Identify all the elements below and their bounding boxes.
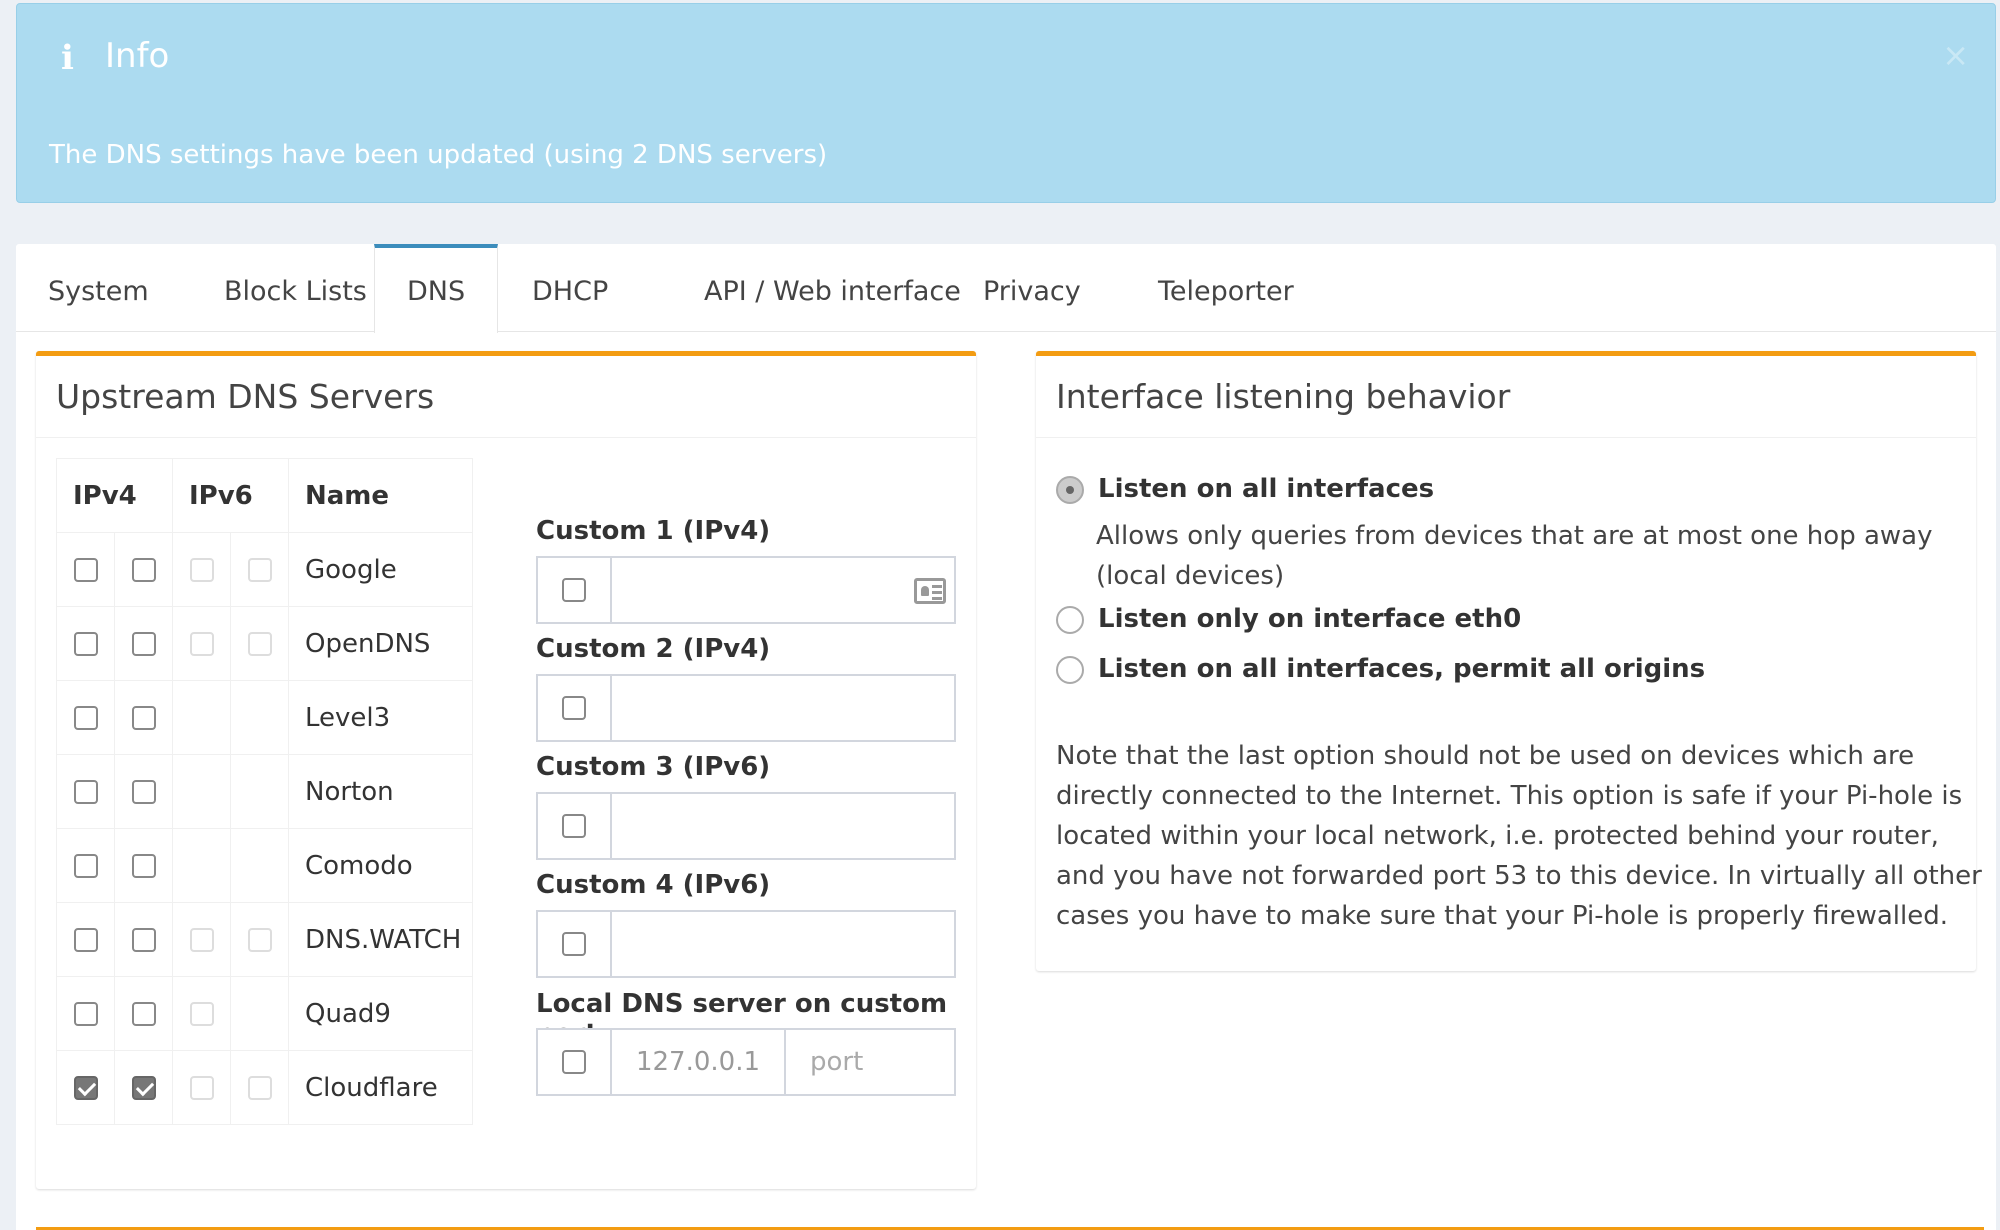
name-header: Name: [288, 458, 473, 533]
interface-note: Note that the last option should not be …: [1056, 741, 1982, 931]
server-name: Level3: [288, 680, 473, 755]
dnswatch-ipv6-2-checkbox[interactable]: [247, 927, 272, 952]
quad9-ipv6-1-checkbox[interactable]: [189, 1001, 214, 1026]
custom-4-checkbox[interactable]: [562, 932, 586, 956]
local-dns-checkbox[interactable]: [562, 1050, 586, 1074]
radio-permit-all[interactable]: [1056, 656, 1084, 684]
custom-4-label: Custom 4 (IPv6): [536, 870, 771, 900]
server-name: Norton: [288, 754, 473, 829]
radio-all-interfaces[interactable]: [1056, 476, 1084, 504]
opendns-ipv6-1-checkbox[interactable]: [189, 631, 214, 656]
table-row: Google: [56, 532, 473, 607]
opendns-ipv6-2-checkbox[interactable]: [247, 631, 272, 656]
dns-server-table: IPv4 IPv6 Name Google OpenDNS Level3 Nor…: [56, 458, 473, 1125]
info-icon: i: [61, 38, 74, 78]
interface-listening-title: Interface listening behavior: [1036, 356, 1976, 438]
server-name: Cloudflare: [288, 1050, 473, 1125]
custom-4-group: [536, 910, 956, 978]
option-label: Listen on all interfaces: [1098, 474, 1435, 504]
level3-ipv4-2-checkbox[interactable]: [131, 705, 156, 730]
address-card-icon: [914, 578, 946, 604]
google-ipv6-2-checkbox[interactable]: [247, 557, 272, 582]
cloudflare-ipv6-2-checkbox[interactable]: [247, 1075, 272, 1100]
local-dns-ip-input[interactable]: 127.0.0.1: [612, 1030, 786, 1094]
local-dns-port-input[interactable]: port: [786, 1030, 954, 1094]
custom-3-label: Custom 3 (IPv6): [536, 752, 771, 782]
option-label: Listen on all interfaces, permit all ori…: [1098, 654, 1706, 684]
close-icon[interactable]: ×: [1942, 36, 1969, 74]
custom-1-group: [536, 556, 956, 624]
quad9-ipv4-1-checkbox[interactable]: [73, 1001, 98, 1026]
custom-4-input[interactable]: [612, 912, 954, 976]
upstream-dns-box: Upstream DNS Servers IPv4 IPv6 Name Goog…: [36, 351, 976, 1189]
norton-ipv4-2-checkbox[interactable]: [131, 779, 156, 804]
option-permit-all[interactable]: Listen on all interfaces, permit all ori…: [1056, 654, 1705, 684]
server-name: DNS.WATCH: [288, 902, 473, 977]
option-label: Listen only on interface eth0: [1098, 604, 1522, 634]
ipv4-header: IPv4: [56, 458, 173, 533]
norton-ipv4-1-checkbox[interactable]: [73, 779, 98, 804]
table-row: Quad9: [56, 976, 473, 1051]
interface-listening-box: Interface listening behavior Listen on a…: [1036, 351, 1982, 971]
info-alert: i Info The DNS settings have been update…: [16, 3, 1996, 203]
custom-1-checkbox[interactable]: [562, 578, 586, 602]
ipv6-header: IPv6: [172, 458, 289, 533]
upstream-dns-title: Upstream DNS Servers: [36, 356, 976, 438]
table-row: Level3: [56, 680, 473, 755]
opendns-ipv4-2-checkbox[interactable]: [131, 631, 156, 656]
google-ipv6-1-checkbox[interactable]: [189, 557, 214, 582]
tab-dhcp[interactable]: DHCP: [500, 244, 640, 332]
tab-dns[interactable]: DNS: [374, 244, 499, 333]
tab-api-web-interface[interactable]: API / Web interface: [672, 244, 993, 332]
alert-title: Info: [105, 36, 170, 76]
table-row: OpenDNS: [56, 606, 473, 681]
option-eth0-only[interactable]: Listen only on interface eth0: [1056, 604, 1521, 634]
dnswatch-ipv4-1-checkbox[interactable]: [73, 927, 98, 952]
custom-2-checkbox[interactable]: [562, 696, 586, 720]
dnswatch-ipv4-2-checkbox[interactable]: [131, 927, 156, 952]
cloudflare-ipv4-2-checkbox[interactable]: [131, 1075, 156, 1100]
server-name: OpenDNS: [288, 606, 473, 681]
alert-message: The DNS settings have been updated (usin…: [49, 140, 828, 170]
google-ipv4-1-checkbox[interactable]: [73, 557, 98, 582]
level3-ipv4-1-checkbox[interactable]: [73, 705, 98, 730]
tab-system[interactable]: System: [16, 244, 181, 332]
server-name: Comodo: [288, 828, 473, 903]
custom-2-label: Custom 2 (IPv4): [536, 634, 771, 664]
table-row: Norton: [56, 754, 473, 829]
custom-3-group: [536, 792, 956, 860]
server-name: Google: [288, 532, 473, 607]
custom-3-checkbox[interactable]: [562, 814, 586, 838]
comodo-ipv4-2-checkbox[interactable]: [131, 853, 156, 878]
radio-eth0-only[interactable]: [1056, 606, 1084, 634]
option-description: Allows only queries from devices that ar…: [1096, 521, 1933, 591]
cloudflare-ipv4-1-checkbox[interactable]: [73, 1075, 98, 1100]
tab-block-lists[interactable]: Block Lists: [192, 244, 399, 332]
server-name: Quad9: [288, 976, 473, 1051]
quad9-ipv4-2-checkbox[interactable]: [131, 1001, 156, 1026]
google-ipv4-2-checkbox[interactable]: [131, 557, 156, 582]
custom-1-label: Custom 1 (IPv4): [536, 516, 771, 546]
option-all-interfaces[interactable]: Listen on all interfaces: [1056, 474, 1434, 504]
settings-panel: System Block Lists DNS DHCP API / Web in…: [16, 244, 1996, 1230]
table-row: Comodo: [56, 828, 473, 903]
opendns-ipv4-1-checkbox[interactable]: [73, 631, 98, 656]
table-row: Cloudflare: [56, 1050, 473, 1125]
comodo-ipv4-1-checkbox[interactable]: [73, 853, 98, 878]
tab-bar: System Block Lists DNS DHCP API / Web in…: [16, 244, 1996, 333]
dnswatch-ipv6-1-checkbox[interactable]: [189, 927, 214, 952]
table-row: DNS.WATCH: [56, 902, 473, 977]
custom-2-input[interactable]: [612, 676, 954, 740]
custom-2-group: [536, 674, 956, 742]
tab-teleporter[interactable]: Teleporter: [1126, 244, 1326, 332]
tab-privacy[interactable]: Privacy: [951, 244, 1113, 332]
custom-1-input[interactable]: [612, 558, 954, 622]
custom-3-input[interactable]: [612, 794, 954, 858]
cloudflare-ipv6-1-checkbox[interactable]: [189, 1075, 214, 1100]
local-dns-group: 127.0.0.1 port: [536, 1028, 956, 1096]
